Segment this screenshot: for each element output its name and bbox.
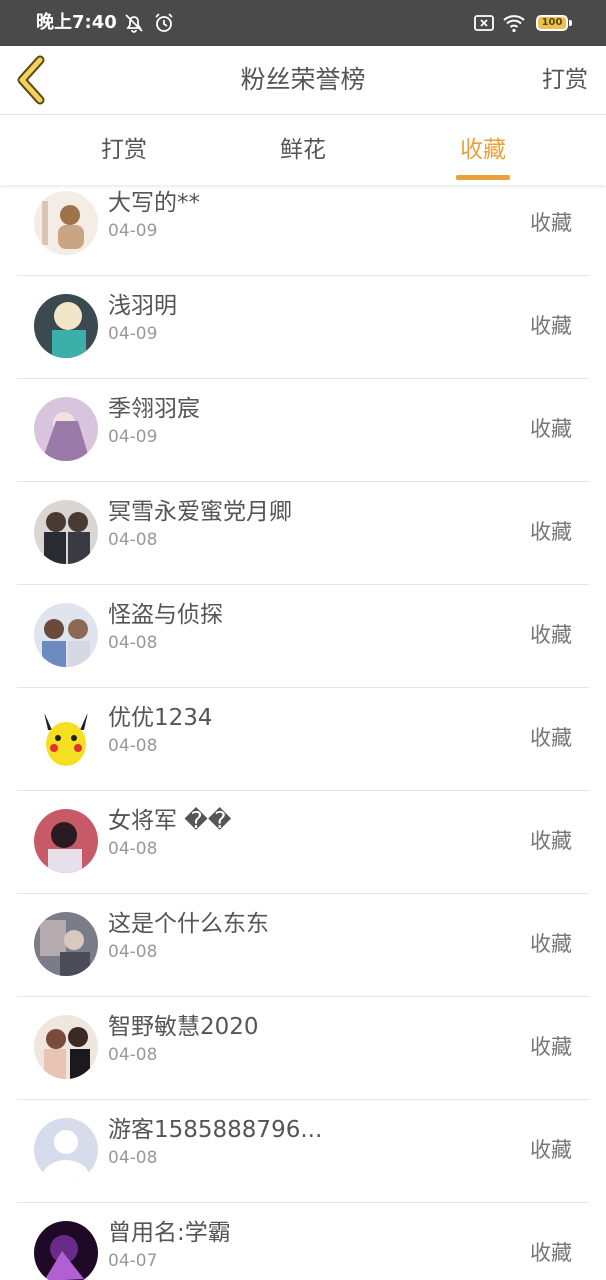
date: 04-09 — [108, 221, 158, 241]
date: 04-08 — [108, 942, 158, 962]
list-item[interactable]: 曾用名:学霸 04-07 收藏 — [17, 1203, 589, 1280]
user-name: 游客1585888796... — [108, 1117, 323, 1143]
page-title: 粉丝荣誉榜 — [240, 65, 366, 94]
tab-reward[interactable]: 打赏 — [84, 115, 164, 185]
avatar — [34, 809, 98, 873]
list-item[interactable]: 游客1585888796... 04-08 收藏 — [17, 1100, 589, 1203]
user-name: 智野敏慧2020 — [108, 1014, 259, 1040]
list-item[interactable]: 浅羽明 04-09 收藏 — [17, 276, 589, 379]
action-type: 收藏 — [530, 314, 572, 338]
date: 04-08 — [108, 736, 158, 756]
user-name: 这是个什么东东 — [108, 911, 269, 937]
list-item[interactable]: 这是个什么东东 04-08 收藏 — [17, 894, 589, 997]
user-name: 女将军 �� — [108, 808, 232, 834]
date: 04-08 — [108, 1045, 158, 1065]
user-name: 优优1234 — [108, 705, 213, 731]
sim-icon — [474, 15, 494, 31]
user-name: 浅羽明 — [108, 293, 177, 319]
avatar — [34, 191, 98, 255]
action-type: 收藏 — [530, 211, 572, 235]
date: 04-09 — [108, 427, 158, 447]
action-type: 收藏 — [530, 726, 572, 750]
status-time: 晚上7:40 — [36, 12, 117, 33]
avatar — [34, 603, 98, 667]
action-type: 收藏 — [530, 1035, 572, 1059]
date: 04-08 — [108, 1148, 158, 1168]
wifi-icon — [503, 15, 525, 33]
avatar — [34, 397, 98, 461]
list-item[interactable]: 优优1234 04-08 收藏 — [17, 688, 589, 791]
user-name: 冥雪永爱蜜党月卿 — [108, 499, 292, 525]
user-name: 怪盗与侦探 — [108, 602, 223, 628]
user-name: 曾用名:学霸 — [108, 1220, 231, 1246]
tab-bar: 打赏 鲜花 收藏 — [0, 115, 606, 185]
active-tab-indicator — [456, 175, 510, 180]
avatar — [34, 1118, 98, 1182]
date: 04-08 — [108, 530, 158, 550]
fan-list: 大写的** 04-09 收藏 浅羽明 04-09 收藏 季翎羽宸 04-09 收… — [0, 185, 606, 1280]
action-type: 收藏 — [530, 1241, 572, 1265]
date: 04-08 — [108, 633, 158, 653]
status-bar: 晚上7:40 100 — [0, 0, 606, 46]
date: 04-08 — [108, 839, 158, 859]
avatar — [34, 912, 98, 976]
action-type: 收藏 — [530, 417, 572, 441]
avatar — [34, 706, 98, 770]
list-item[interactable]: 智野敏慧2020 04-08 收藏 — [17, 997, 589, 1100]
tab-flowers[interactable]: 鲜花 — [263, 115, 343, 185]
list-item[interactable]: 季翎羽宸 04-09 收藏 — [17, 379, 589, 482]
action-type: 收藏 — [530, 932, 572, 956]
header: 粉丝荣誉榜 打赏 — [0, 46, 606, 115]
list-item[interactable]: 女将军 �� 04-08 收藏 — [17, 791, 589, 894]
user-name: 季翎羽宸 — [108, 396, 200, 422]
action-type: 收藏 — [530, 623, 572, 647]
user-name: 大写的** — [108, 190, 200, 216]
list-item[interactable]: 冥雪永爱蜜党月卿 04-08 收藏 — [17, 482, 589, 585]
alarm-icon — [155, 13, 173, 32]
date: 04-07 — [108, 1251, 158, 1271]
action-type: 收藏 — [530, 520, 572, 544]
avatar — [34, 294, 98, 358]
date: 04-09 — [108, 324, 158, 344]
battery-tip — [569, 20, 572, 26]
battery-icon: 100 — [536, 15, 568, 31]
bell-muted-icon — [125, 14, 143, 33]
list-item[interactable]: 怪盗与侦探 04-08 收藏 — [17, 585, 589, 688]
reward-button[interactable]: 打赏 — [542, 46, 588, 114]
avatar — [34, 1221, 98, 1280]
list-item[interactable]: 大写的** 04-09 收藏 — [17, 185, 589, 276]
action-type: 收藏 — [530, 829, 572, 853]
avatar — [34, 500, 98, 564]
action-type: 收藏 — [530, 1138, 572, 1162]
avatar — [34, 1015, 98, 1079]
